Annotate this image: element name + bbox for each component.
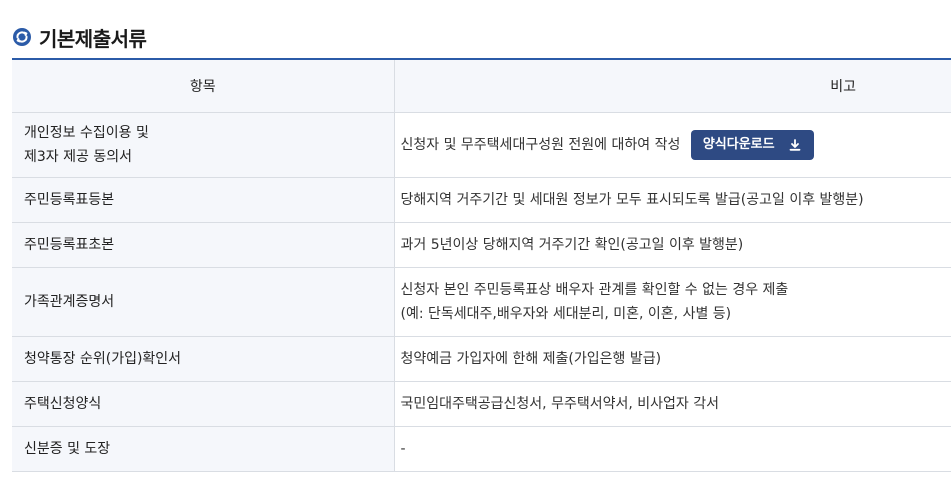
item-cell: 주민등록표초본 [12,222,395,268]
table-row: 청약통장 순위(가입)확인서 청약예금 가입자에 한해 제출(가입은행 발급) [12,336,951,382]
note-cell: 국민임대주택공급신청서, 무주택서약서, 비사업자 각서 [394,381,951,427]
item-label: 개인정보 수집이용 및 [24,125,149,141]
note-text: 당해지역 거주기간 및 세대원 정보가 모두 표시되도록 발급(공고일 이후 발… [400,192,864,208]
column-header-item: 항목 [12,59,395,113]
note-cell: 청약예금 가입자에 한해 제출(가입은행 발급) [394,336,951,382]
table-row: 개인정보 수집이용 및 제3자 제공 동의서 신청자 및 무주택세대구성원 전원… [12,112,951,178]
download-button-label: 양식다운로드 [702,137,775,152]
item-cell: 신분증 및 도장 [12,426,395,472]
item-cell: 가족관계증명서 [12,267,395,337]
note-text: 신청자 본인 주민등록표상 배우자 관계를 확인할 수 없는 경우 제출 [400,282,789,298]
section-header: 기본제출서류 [12,22,147,52]
table-row: 주민등록표초본 과거 5년이상 당해지역 거주기간 확인(공고일 이후 발행분) [12,222,951,268]
download-icon [789,139,800,151]
note-text: 청약예금 가입자에 한해 제출(가입은행 발급) [400,351,662,367]
table-row: 가족관계증명서 신청자 본인 주민등록표상 배우자 관계를 확인할 수 없는 경… [12,267,951,337]
form-download-button[interactable]: 양식다운로드 [690,130,814,160]
item-label: 신분증 및 도장 [24,441,111,457]
item-label: 주민등록표초본 [24,237,115,253]
table-row: 신분증 및 도장 - [12,426,951,472]
note-text: - [400,441,406,457]
section-title: 기본제출서류 [39,26,147,51]
item-label: 제3자 제공 동의서 [24,149,132,165]
item-cell: 청약통장 순위(가입)확인서 [12,336,395,382]
note-text: 신청자 및 무주택세대구성원 전원에 대하여 작성 [400,137,681,153]
table-row: 주민등록표등본 당해지역 거주기간 및 세대원 정보가 모두 표시되도록 발급(… [12,177,951,223]
item-cell: 개인정보 수집이용 및 제3자 제공 동의서 [12,112,395,178]
item-label: 주택신청양식 [24,396,102,412]
column-header-note: 비고 [394,59,951,113]
note-cell: 신청자 본인 주민등록표상 배우자 관계를 확인할 수 없는 경우 제출 (예:… [394,267,951,337]
item-label: 주민등록표등본 [24,192,115,208]
item-cell: 주택신청양식 [12,381,395,427]
item-label: 가족관계증명서 [24,294,115,310]
note-cell: 과거 5년이상 당해지역 거주기간 확인(공고일 이후 발행분) [394,222,951,268]
item-label: 청약통장 순위(가입)확인서 [24,351,182,367]
note-text: 국민임대주택공급신청서, 무주택서약서, 비사업자 각서 [400,396,720,412]
documents-table: 항목 비고 개인정보 수집이용 및 제3자 제공 동의서 신청자 및 무주택세대… [12,58,951,472]
note-cell: 신청자 및 무주택세대구성원 전원에 대하여 작성 양식다운로드 [394,112,951,178]
item-cell: 주민등록표등본 [12,177,395,223]
note-text: 과거 5년이상 당해지역 거주기간 확인(공고일 이후 발행분) [400,237,744,253]
table-row: 주택신청양식 국민임대주택공급신청서, 무주택서약서, 비사업자 각서 [12,381,951,427]
note-cell: 당해지역 거주기간 및 세대원 정보가 모두 표시되도록 발급(공고일 이후 발… [394,177,951,223]
refresh-icon [13,28,31,46]
table-header-row: 항목 비고 [12,59,951,113]
note-text: (예: 단독세대주,배우자와 세대분리, 미혼, 이혼, 사별 등) [400,306,732,322]
note-cell: - [394,426,951,472]
